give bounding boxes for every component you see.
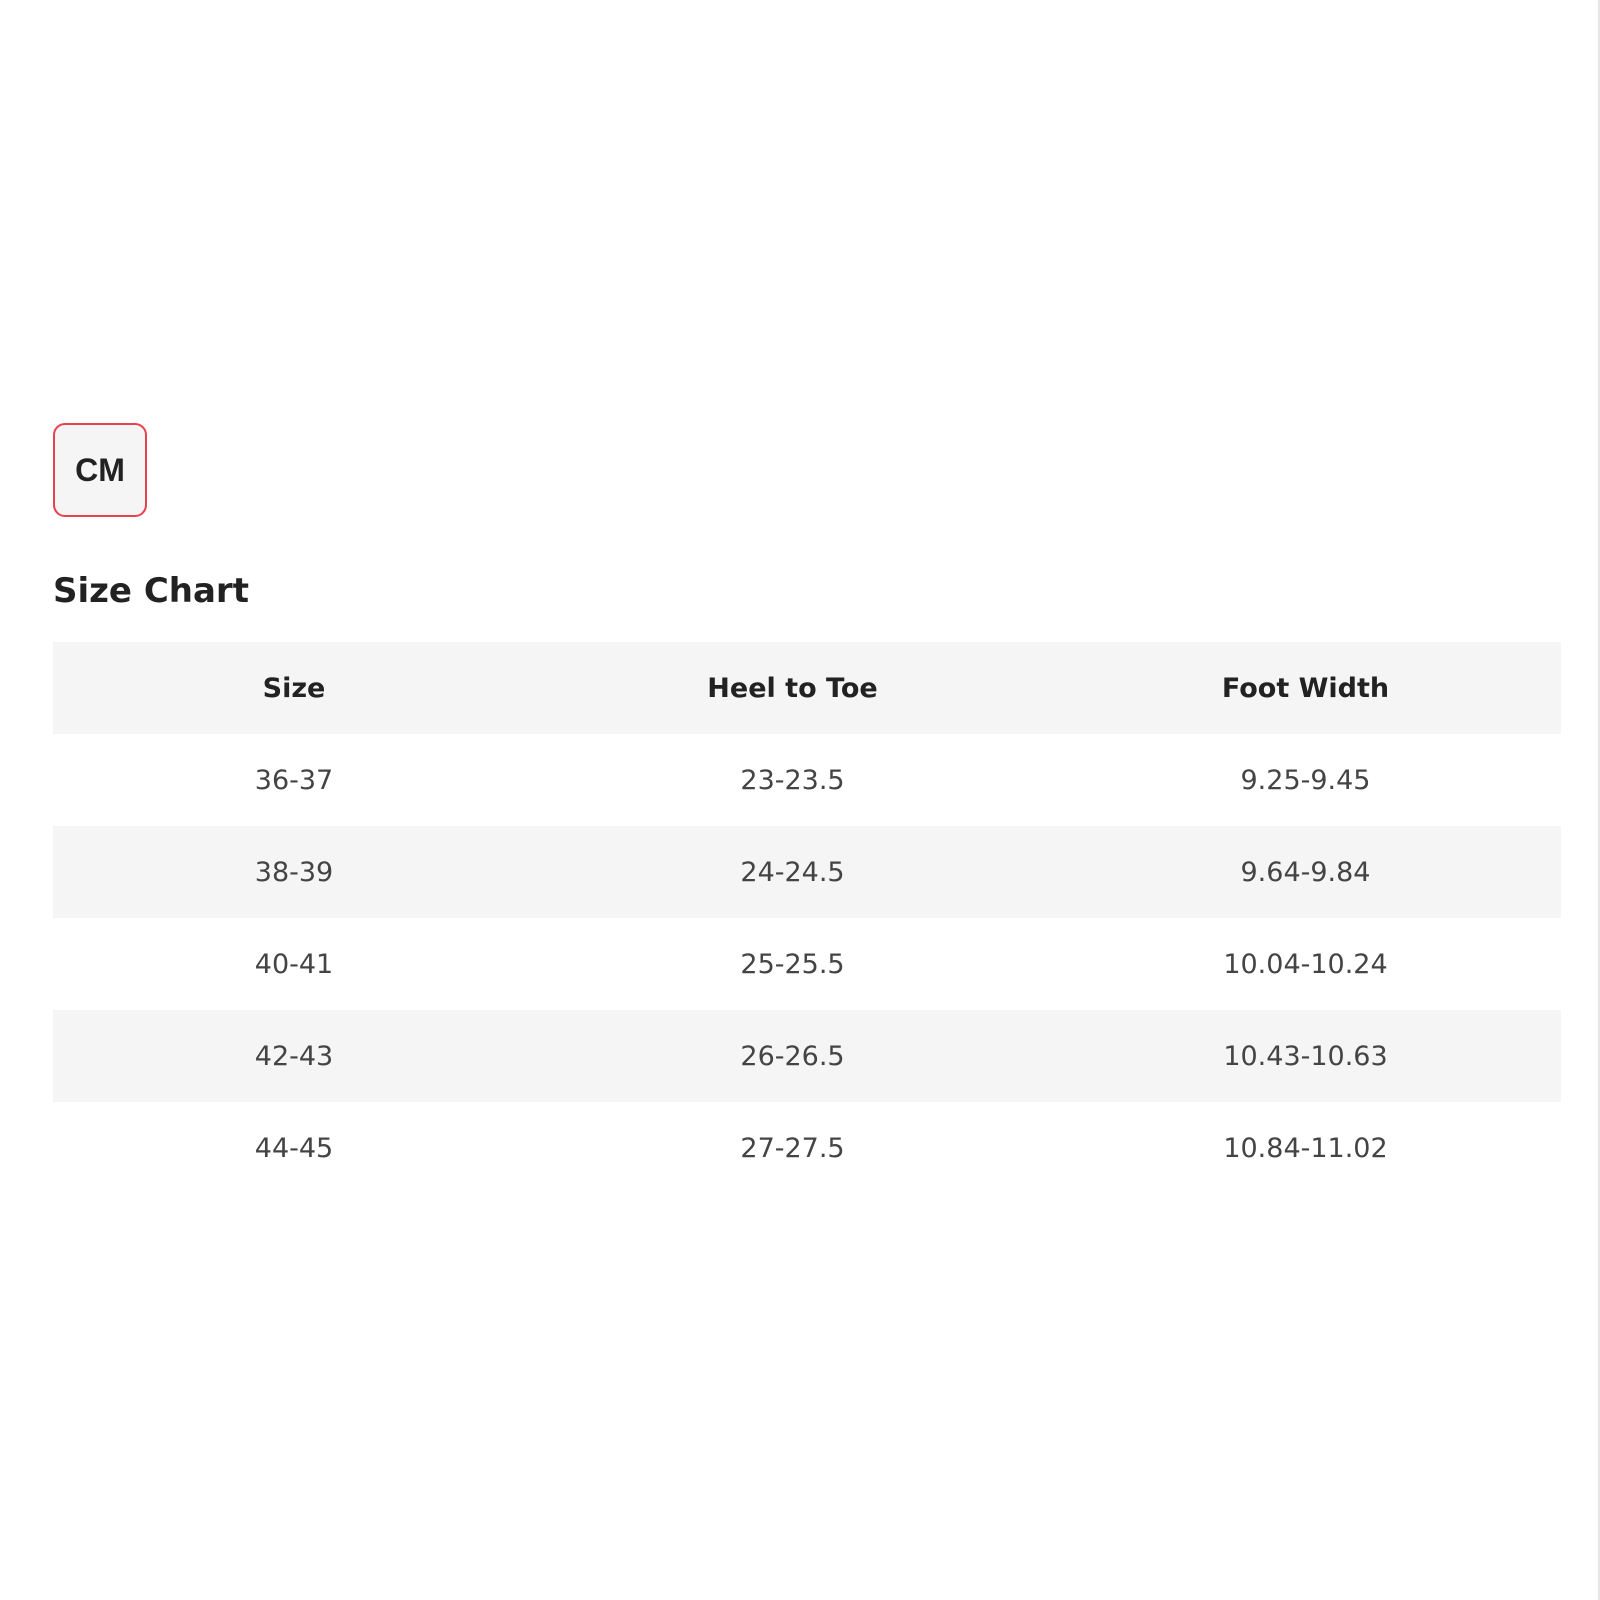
cell-foot-width: 10.04-10.24 [1223,948,1388,980]
cell-foot-width: 9.25-9.45 [1240,764,1371,796]
cell-heel-to-toe: 26-26.5 [740,1040,845,1072]
column-header-heel-to-toe: Heel to Toe [707,672,878,704]
cell-foot-width: 10.84-11.02 [1223,1132,1388,1164]
cell-foot-width: 9.64-9.84 [1240,856,1371,888]
table-row: 44-45 27-27.5 10.84-11.02 [53,1102,1561,1194]
column-header-size: Size [262,672,326,704]
column-header-foot-width: Foot Width [1221,672,1390,704]
cell-foot-width: 10.43-10.63 [1223,1040,1388,1072]
cell-size: 42-43 [254,1040,334,1072]
table-row: 36-37 23-23.5 9.25-9.45 [53,734,1561,826]
table-header-row: Size Heel to Toe Foot Width [53,642,1561,734]
cell-heel-to-toe: 27-27.5 [740,1132,845,1164]
cell-size: 36-37 [254,764,334,796]
cell-size: 44-45 [254,1132,334,1164]
cell-heel-to-toe: 23-23.5 [740,764,845,796]
table-row: 40-41 25-25.5 10.04-10.24 [53,918,1561,1010]
cell-size: 40-41 [254,948,334,980]
unit-toggle-cm-button[interactable]: CM [53,423,147,517]
cell-heel-to-toe: 24-24.5 [740,856,845,888]
cell-heel-to-toe: 25-25.5 [740,948,845,980]
cell-size: 38-39 [254,856,334,888]
size-chart-title: Size Chart [53,571,249,611]
table-row: 42-43 26-26.5 10.43-10.63 [53,1010,1561,1102]
table-row: 38-39 24-24.5 9.64-9.84 [53,826,1561,918]
size-chart-table: Size Heel to Toe Foot Width 36-37 23-23.… [53,642,1561,1194]
